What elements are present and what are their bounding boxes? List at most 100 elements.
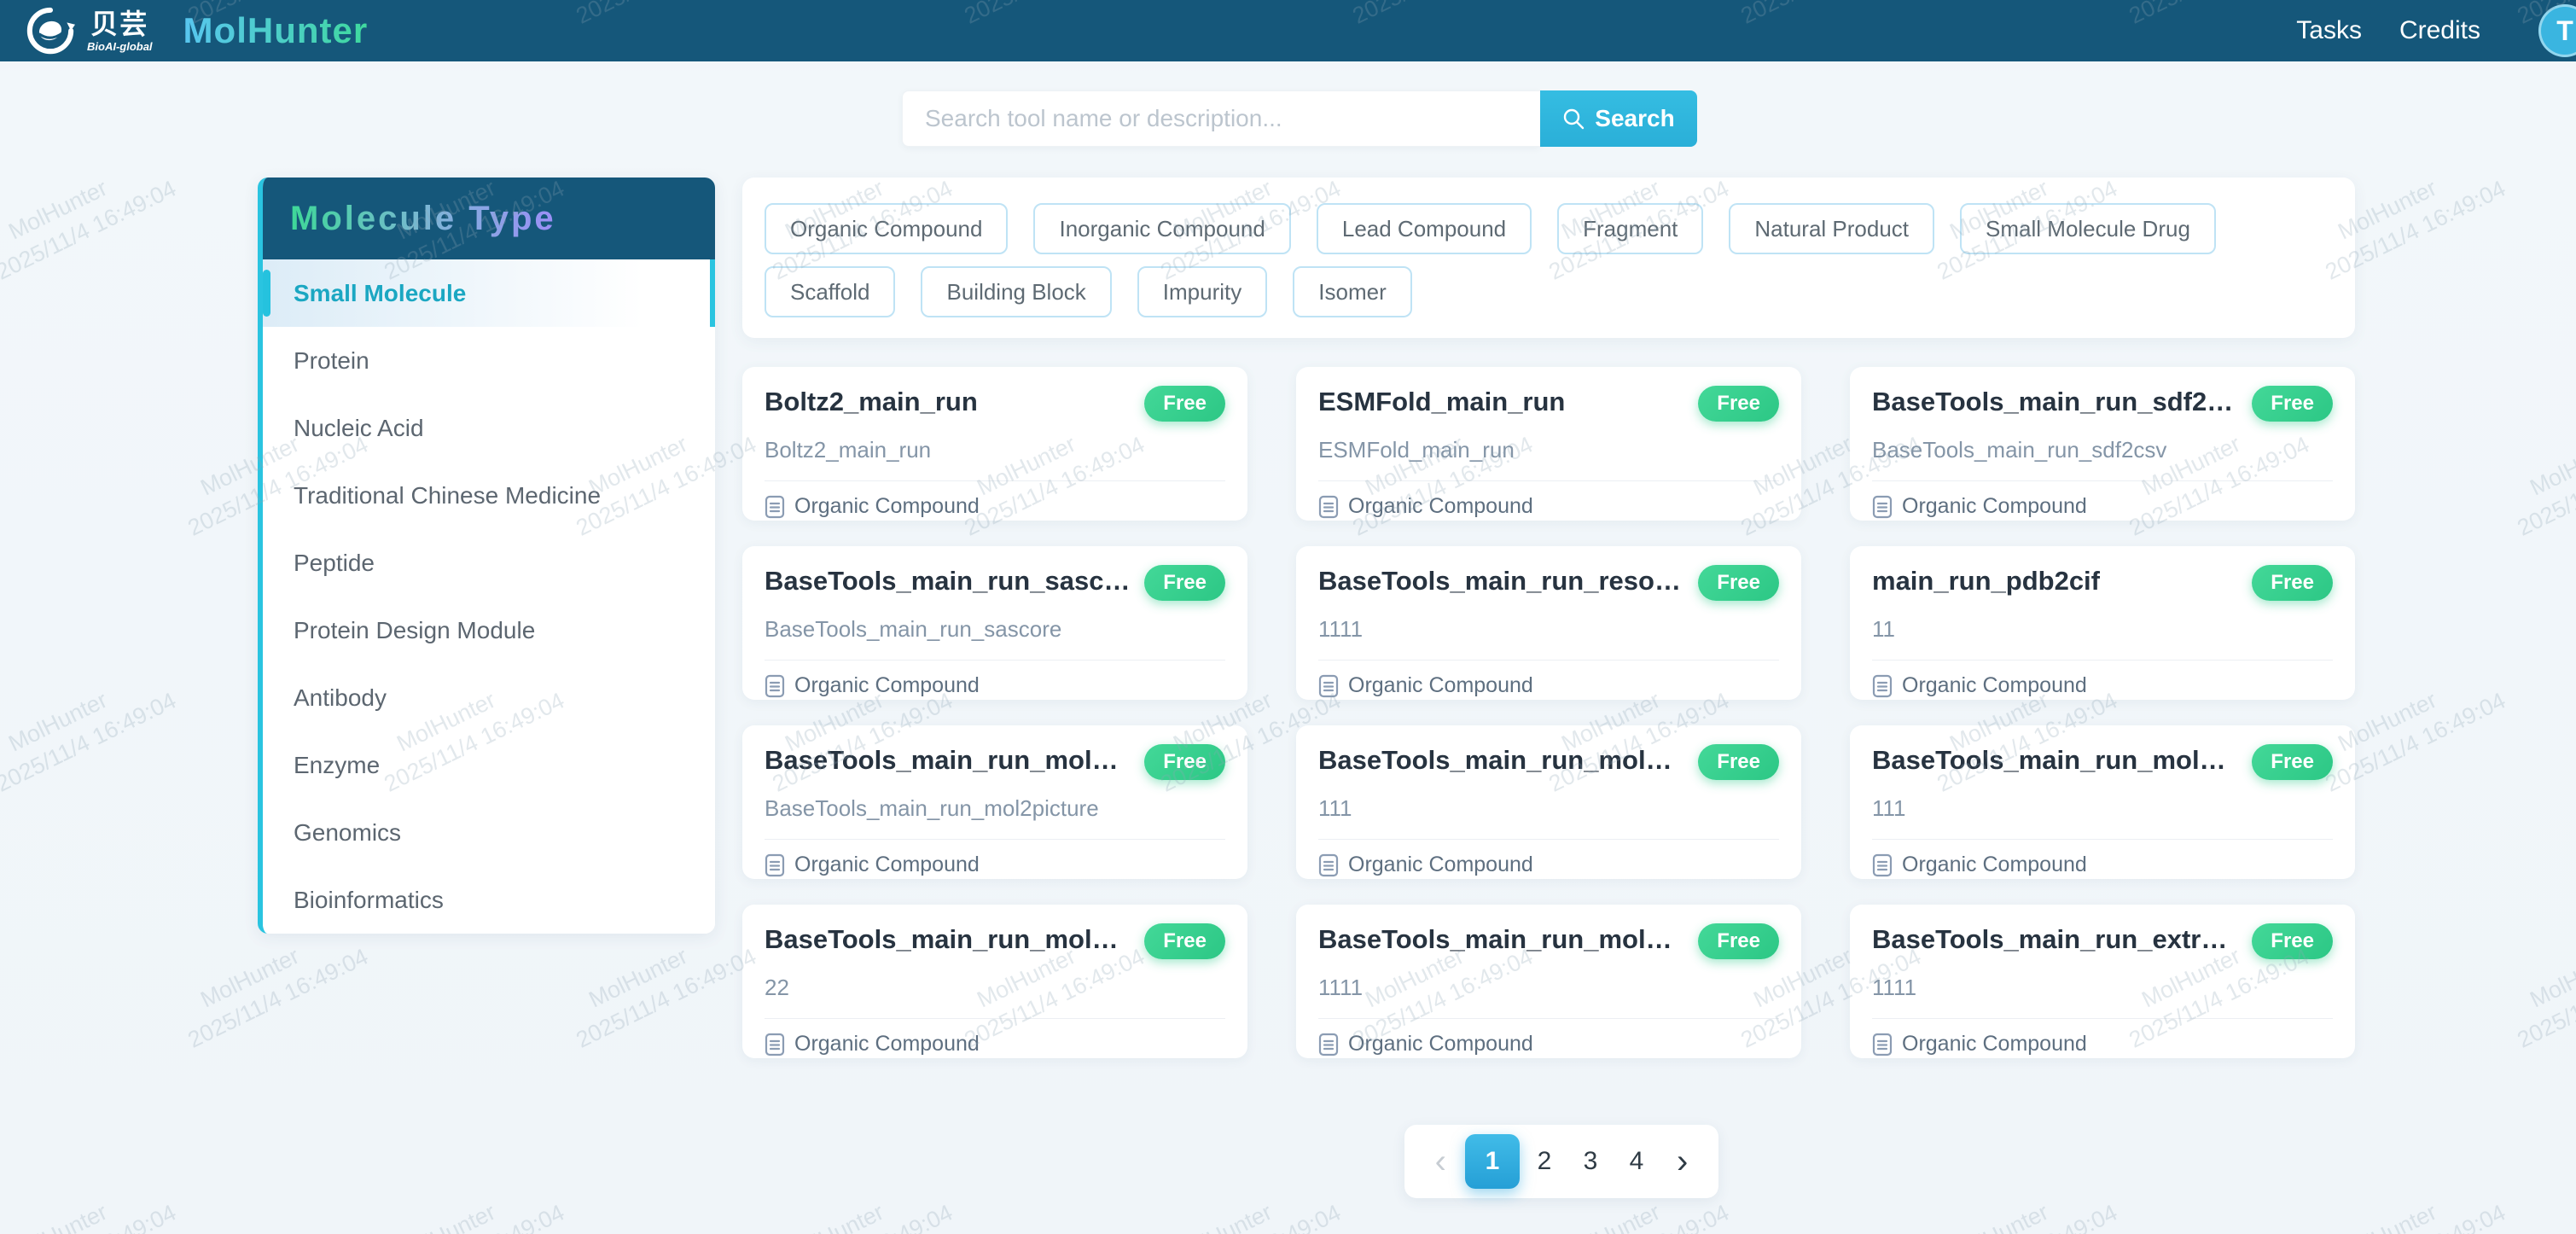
- document-icon: [765, 1033, 785, 1056]
- card-divider: [1872, 480, 2333, 481]
- free-badge: Free: [1144, 744, 1225, 780]
- tool-title: BaseTools_main_run_sdf2csv: [1872, 386, 2238, 418]
- document-icon: [765, 674, 785, 698]
- category-chip[interactable]: Isomer: [1293, 266, 1411, 317]
- category-chip[interactable]: Inorganic Compound: [1033, 203, 1290, 254]
- sidebar-menu-item[interactable]: Small Molecule: [263, 259, 715, 327]
- category-chip[interactable]: Impurity: [1137, 266, 1267, 317]
- category-chip[interactable]: Small Molecule Drug: [1960, 203, 2216, 254]
- tool-title: BaseTools_main_run_mol_combin...: [1318, 923, 1684, 956]
- tool-category-label: Organic Compound: [1902, 494, 2087, 519]
- watermark-tile: MolHunter2025/11/4 16:49:04: [2525, 914, 2576, 1044]
- nav-link[interactable]: Tasks: [2296, 16, 2362, 45]
- tool-category: Organic Compound: [765, 1032, 1225, 1056]
- tool-card-top: Boltz2_main_run Free: [765, 386, 1225, 422]
- page-number-button[interactable]: 4: [1615, 1134, 1658, 1189]
- brand[interactable]: 贝芸 BioAI-global MolHunter: [26, 6, 368, 55]
- tool-title: BaseTools_main_run_resolve_pro_...: [1318, 565, 1684, 597]
- sidebar-menu-item[interactable]: Protein: [263, 327, 715, 394]
- sidebar-menu-item[interactable]: Nucleic Acid: [263, 394, 715, 462]
- card-divider: [1872, 660, 2333, 661]
- tool-card[interactable]: BaseTools_main_run_sdf2csv Free BaseTool…: [1850, 367, 2355, 521]
- watermark-tile: MolHunter2025/11/4 16:49:04: [3, 658, 182, 788]
- app-title: MolHunter: [183, 10, 369, 51]
- category-chip[interactable]: Scaffold: [765, 266, 895, 317]
- tool-title: BaseTools_main_run_mol_propert...: [1872, 744, 2238, 777]
- nav-link[interactable]: Credits: [2399, 16, 2480, 45]
- sidebar-menu-item[interactable]: Enzyme: [263, 731, 715, 799]
- tool-category-label: Organic Compound: [1348, 494, 1533, 519]
- brand-cjk-block: 贝芸 BioAI-global: [87, 10, 153, 52]
- watermark-tile: MolHunter2025/11/4 16:49:04: [780, 1170, 958, 1234]
- tool-category: Organic Compound: [1318, 853, 1779, 877]
- search-button-label: Search: [1595, 105, 1674, 132]
- tool-card[interactable]: BaseTools_main_run_mol_combin... Free 11…: [1296, 905, 1801, 1058]
- page-number-button[interactable]: 3: [1569, 1134, 1612, 1189]
- prev-page-icon[interactable]: ‹: [1425, 1144, 1457, 1179]
- sidebar-menu-item[interactable]: Genomics: [263, 799, 715, 866]
- card-divider: [765, 839, 1225, 840]
- sidebar-menu-item[interactable]: Bioinformatics: [263, 866, 715, 934]
- category-chip[interactable]: Building Block: [921, 266, 1111, 317]
- page-number-button[interactable]: 2: [1523, 1134, 1566, 1189]
- search-input[interactable]: [902, 90, 1540, 147]
- tool-category: Organic Compound: [1318, 1032, 1779, 1056]
- tool-card[interactable]: ESMFold_main_run Free ESMFold_main_run O…: [1296, 367, 1801, 521]
- sidebar-header: Molecule Type: [263, 178, 715, 259]
- tool-subtitle: 22: [765, 975, 1225, 1001]
- sidebar-menu-item[interactable]: Antibody: [263, 664, 715, 731]
- tool-subtitle: 111: [1318, 795, 1779, 822]
- tool-category-label: Organic Compound: [794, 673, 980, 698]
- tool-category-label: Organic Compound: [1902, 673, 2087, 698]
- user-avatar[interactable]: T: [2538, 4, 2576, 57]
- category-chip[interactable]: Organic Compound: [765, 203, 1008, 254]
- tool-card[interactable]: BaseTools_main_run_mol2picture Free Base…: [742, 725, 1247, 879]
- category-chip[interactable]: Fragment: [1557, 203, 1703, 254]
- tool-title: BaseTools_main_run_mol2picture: [765, 744, 1131, 777]
- tool-card-top: BaseTools_main_run_mol2picture Free: [765, 744, 1225, 780]
- page: 贝芸 BioAI-global MolHunter Tasks Credits …: [0, 0, 2576, 1234]
- tool-card-top: main_run_pdb2cif Free: [1872, 565, 2333, 601]
- tool-title: BaseTools_main_run_mol_Lipinski: [765, 923, 1131, 956]
- search-button[interactable]: Search: [1540, 90, 1697, 147]
- card-divider: [1318, 839, 1779, 840]
- sidebar-menu-item[interactable]: Peptide: [263, 529, 715, 597]
- tool-category-label: Organic Compound: [1348, 1032, 1533, 1056]
- tool-card[interactable]: Boltz2_main_run Free Boltz2_main_run Org…: [742, 367, 1247, 521]
- tool-card[interactable]: main_run_pdb2cif Free 11 Organic Compoun…: [1850, 546, 2355, 700]
- sidebar-menu-item[interactable]: Protein Design Module: [263, 597, 715, 664]
- tool-card[interactable]: BaseTools_main_run_mol_similarity Free 1…: [1296, 725, 1801, 879]
- free-badge: Free: [2252, 923, 2333, 959]
- document-icon: [1872, 495, 1893, 519]
- sidebar-menu-item[interactable]: Traditional Chinese Medicine: [263, 462, 715, 529]
- sidebar-item-label: Genomics: [294, 819, 401, 847]
- tool-card[interactable]: BaseTools_main_run_sascore Free BaseTool…: [742, 546, 1247, 700]
- tool-category: Organic Compound: [765, 673, 1225, 698]
- tool-category: Organic Compound: [1318, 673, 1779, 698]
- sidebar-item-label: Antibody: [294, 684, 387, 712]
- document-icon: [1318, 495, 1339, 519]
- next-page-icon[interactable]: ›: [1666, 1144, 1698, 1179]
- free-badge: Free: [1144, 386, 1225, 422]
- tool-cards-grid: Boltz2_main_run Free Boltz2_main_run Org…: [742, 367, 2355, 1058]
- sidebar-item-label: Protein: [294, 347, 369, 375]
- tool-subtitle: 1111: [1872, 975, 2333, 1001]
- sidebar-item-label: Bioinformatics: [294, 887, 444, 914]
- tool-category-label: Organic Compound: [1902, 1032, 2087, 1056]
- tool-card[interactable]: BaseTools_main_run_mol_propert... Free 1…: [1850, 725, 2355, 879]
- tool-card-top: BaseTools_main_run_resolve_pro_... Free: [1318, 565, 1779, 601]
- sidebar-item-label: Traditional Chinese Medicine: [294, 482, 601, 509]
- pagination: ‹ 1 2 3 4 ›: [1404, 1125, 1718, 1198]
- tool-category: Organic Compound: [765, 853, 1225, 877]
- tool-title: BaseTools_main_run_extract_pdb_...: [1872, 923, 2238, 956]
- tool-card[interactable]: BaseTools_main_run_mol_Lipinski Free 22 …: [742, 905, 1247, 1058]
- page-number-button[interactable]: 1: [1465, 1134, 1520, 1189]
- free-badge: Free: [2252, 744, 2333, 780]
- tool-card[interactable]: BaseTools_main_run_extract_pdb_... Free …: [1850, 905, 2355, 1058]
- tool-category-label: Organic Compound: [1902, 853, 2087, 877]
- category-chip[interactable]: Natural Product: [1729, 203, 1934, 254]
- category-chip[interactable]: Lead Compound: [1317, 203, 1532, 254]
- top-header: 贝芸 BioAI-global MolHunter Tasks Credits …: [0, 0, 2576, 61]
- tool-card[interactable]: BaseTools_main_run_resolve_pro_... Free …: [1296, 546, 1801, 700]
- tool-subtitle: BaseTools_main_run_sdf2csv: [1872, 437, 2333, 463]
